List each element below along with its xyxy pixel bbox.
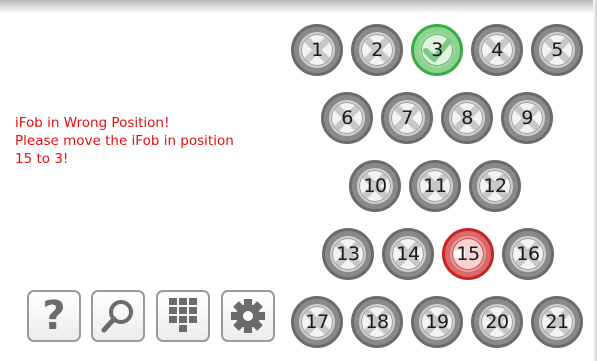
slot-number: 2 <box>371 39 383 61</box>
position-slot-19[interactable]: 19 <box>411 296 463 348</box>
message-line-2: Please move the iFob in position <box>15 133 234 149</box>
slot-number: 18 <box>365 311 389 333</box>
position-slot-21[interactable]: 21 <box>531 296 583 348</box>
position-slot-4[interactable]: 4 <box>471 24 523 76</box>
position-slot-15[interactable]: 15 <box>442 228 494 280</box>
settings-button[interactable] <box>221 290 275 342</box>
slot-number: 13 <box>336 243 360 265</box>
position-slot-7[interactable]: 7 <box>381 92 433 144</box>
position-slot-10[interactable]: 10 <box>349 160 401 212</box>
position-slot-3[interactable]: 3 <box>411 24 463 76</box>
message-line-1: iFob in Wrong Position! <box>15 115 170 131</box>
slot-number: 17 <box>305 311 329 333</box>
slot-number: 6 <box>341 107 353 129</box>
position-slot-16[interactable]: 16 <box>502 228 554 280</box>
help-icon: ? <box>42 293 66 339</box>
keypad-button[interactable] <box>156 290 210 342</box>
slot-number: 4 <box>491 39 503 61</box>
position-slot-2[interactable]: 2 <box>351 24 403 76</box>
position-slot-20[interactable]: 20 <box>471 296 523 348</box>
slot-number: 1 <box>311 39 323 61</box>
position-slot-5[interactable]: 5 <box>531 24 583 76</box>
keypad-icon <box>169 298 197 332</box>
message-line-3: 15 to 3! <box>15 151 69 167</box>
slot-number: 3 <box>431 39 443 61</box>
position-slot-14[interactable]: 14 <box>382 228 434 280</box>
position-slot-9[interactable]: 9 <box>501 92 553 144</box>
slot-number: 8 <box>461 107 473 129</box>
position-slot-1[interactable]: 1 <box>291 24 343 76</box>
slot-number: 12 <box>483 175 507 197</box>
search-button[interactable] <box>91 290 145 342</box>
slot-number: 16 <box>516 243 540 265</box>
position-slot-17[interactable]: 17 <box>291 296 343 348</box>
position-slot-18[interactable]: 18 <box>351 296 403 348</box>
slot-number: 9 <box>521 107 533 129</box>
slot-number: 19 <box>425 311 449 333</box>
position-slot-6[interactable]: 6 <box>321 92 373 144</box>
app-window: iFob in Wrong Position! Please move the … <box>0 0 597 361</box>
position-slot-12[interactable]: 12 <box>469 160 521 212</box>
slot-number: 7 <box>401 107 413 129</box>
slot-number: 21 <box>545 311 569 333</box>
slot-number: 15 <box>456 243 480 265</box>
help-button[interactable]: ? <box>27 290 81 342</box>
status-message: iFob in Wrong Position! Please move the … <box>15 114 285 168</box>
slot-number: 5 <box>551 39 563 61</box>
slot-number: 11 <box>423 175 447 197</box>
slot-number: 20 <box>485 311 509 333</box>
settings-icon <box>231 299 265 333</box>
position-slot-8[interactable]: 8 <box>441 92 493 144</box>
slot-number: 10 <box>363 175 387 197</box>
search-icon <box>101 300 133 333</box>
slot-number: 14 <box>396 243 420 265</box>
position-slot-13[interactable]: 13 <box>322 228 374 280</box>
position-slot-11[interactable]: 11 <box>409 160 461 212</box>
